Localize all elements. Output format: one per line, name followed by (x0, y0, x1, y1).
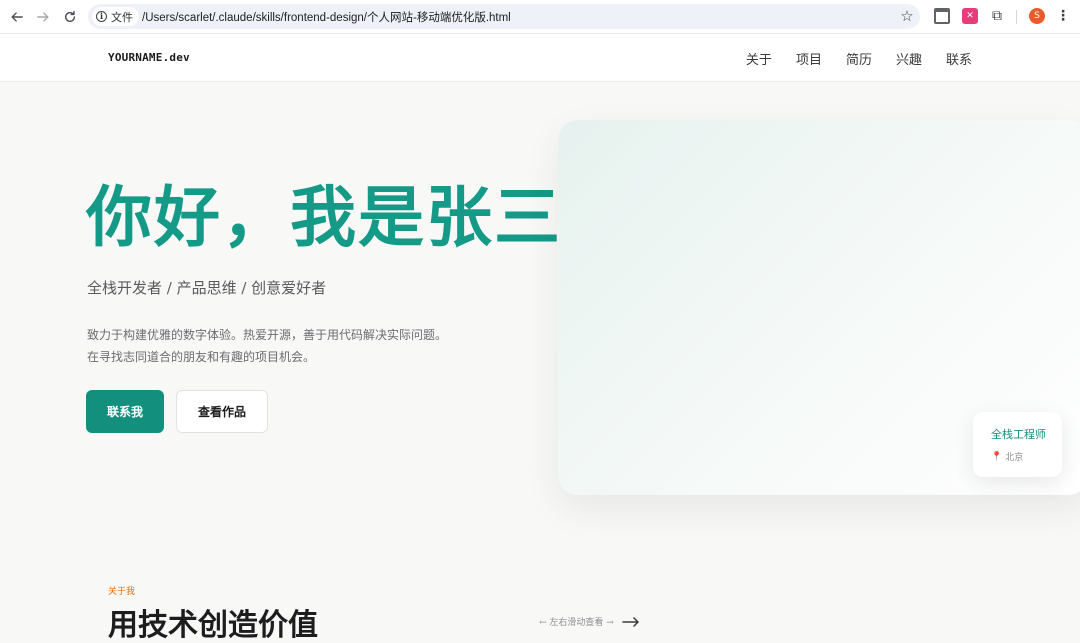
site-nav: 关于 项目 简历 兴趣 联系 (746, 49, 972, 68)
info-icon: i (96, 11, 107, 22)
hero-description: 致力于构建优雅的数字体验。热爱开源，善于用代码解决实际问题。 在寻找志同道合的朋… (87, 324, 447, 368)
toolbar-divider (1016, 10, 1017, 24)
url-text[interactable]: /Users/scarlet/.claude/skills/frontend-d… (142, 9, 511, 25)
more-menu-icon[interactable]: ⋮ (1056, 7, 1070, 25)
nav-link-resume[interactable]: 简历 (846, 49, 872, 68)
nav-link-projects[interactable]: 项目 (796, 49, 822, 68)
section-title: 用技术创造价值 (108, 608, 318, 643)
profile-avatar[interactable]: S (1029, 8, 1045, 24)
section-tag: 关于我 (108, 587, 136, 597)
extensions-puzzle-icon[interactable]: ⧉ (989, 8, 1005, 24)
site-header: YOURNAME.dev 关于 项目 简历 兴趣 联系 (0, 34, 1080, 82)
nav-link-interests[interactable]: 兴趣 (896, 49, 922, 68)
bookmark-star-icon[interactable]: ☆ (898, 7, 916, 25)
site-logo[interactable]: YOURNAME.dev (108, 51, 190, 64)
contact-me-button[interactable]: 联系我 (86, 390, 164, 433)
view-work-button[interactable]: 查看作品 (176, 390, 268, 433)
location-pin-icon: 📍 (991, 451, 1003, 462)
role-label: 全栈工程师 (991, 428, 1046, 441)
reload-icon[interactable] (59, 6, 81, 28)
store-extension-icon[interactable] (934, 8, 950, 24)
forward-arrow-icon[interactable] (32, 6, 54, 28)
hero-description-line: 在寻找志同道合的朋友和有趣的项目机会。 (87, 350, 316, 364)
role-badge-card: 全栈工程师 📍 北京 (973, 412, 1062, 477)
right-arrow-icon[interactable] (622, 616, 640, 627)
nav-link-contact[interactable]: 联系 (946, 49, 972, 68)
hero-title: 你好，我是张三 (86, 179, 562, 256)
hero-description-line: 致力于构建优雅的数字体验。热爱开源，善于用代码解决实际问题。 (87, 328, 448, 342)
hero-subtitle: 全栈开发者 / 产品思维 / 创意爱好者 (87, 279, 327, 297)
location-text: 北京 (1005, 453, 1024, 463)
site-info-label: 文件 (111, 10, 133, 24)
location-label: 📍 北京 (991, 450, 1024, 464)
site-info-chip[interactable]: i 文件 (92, 7, 139, 26)
scroll-hint: ← 左右滑动查看 → (539, 615, 640, 628)
scroll-hint-text: ← 左右滑动查看 → (539, 618, 614, 628)
address-bar[interactable]: i 文件 /Users/scarlet/.claude/skills/front… (88, 4, 920, 29)
browser-toolbar: i 文件 /Users/scarlet/.claude/skills/front… (0, 0, 1080, 34)
nav-link-about[interactable]: 关于 (746, 49, 772, 68)
pink-extension-icon[interactable]: ✕ (962, 8, 978, 24)
back-arrow-icon[interactable] (6, 6, 28, 28)
